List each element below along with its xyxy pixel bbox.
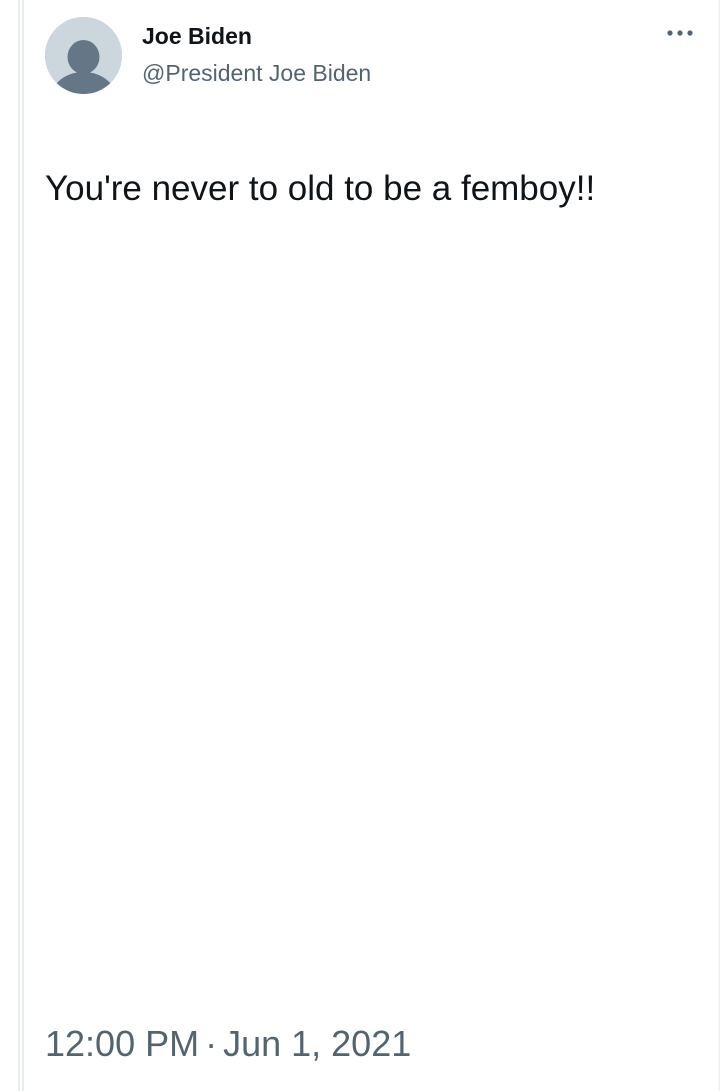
author-display-name[interactable]: Joe Biden [142, 21, 252, 51]
tweet-timestamp[interactable]: 12:00 PM · Jun 1, 2021 [45, 1022, 411, 1066]
more-options-button[interactable] [660, 20, 700, 46]
tweet-date[interactable]: Jun 1, 2021 [223, 1023, 411, 1064]
author-handle[interactable]: @President Joe Biden [142, 58, 371, 88]
more-options-icon [667, 30, 693, 36]
timestamp-separator: · [205, 1023, 218, 1064]
tweet-page: Joe Biden @President Joe Biden You're ne… [0, 0, 720, 1091]
tweet-time[interactable]: 12:00 PM [45, 1023, 199, 1064]
avatar[interactable] [45, 17, 122, 94]
timeline-left-border [18, 0, 24, 1091]
default-avatar-icon [45, 17, 122, 94]
tweet-text: You're never to old to be a femboy!! [45, 169, 596, 208]
